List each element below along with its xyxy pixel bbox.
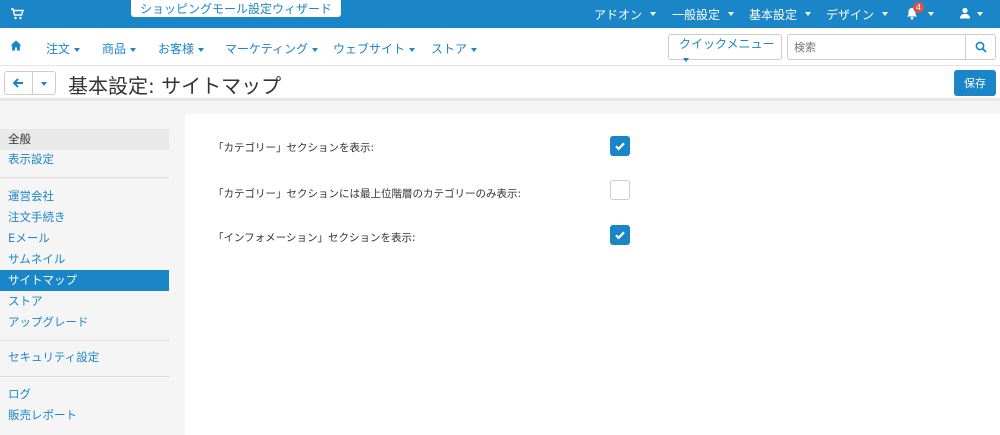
menu-basic-settings-label: 基本設定: [749, 7, 798, 22]
nav-store[interactable]: ストア: [431, 40, 478, 57]
sidebar-item-sales-report[interactable]: 販売レポート: [0, 405, 169, 426]
chevron-down-icon: [74, 47, 81, 52]
main-nav: 注文 商品 お客様 マーケティング ウェブサイト ストア クイックメニュー: [0, 28, 1000, 66]
search-input[interactable]: [787, 34, 965, 60]
menu-basic-settings[interactable]: 基本設定: [749, 0, 812, 28]
chevron-down-icon: [805, 12, 812, 16]
show-categories-checkbox[interactable]: [610, 136, 630, 156]
sidebar-divider: [0, 340, 169, 341]
nav-customers-label: お客様: [158, 42, 195, 56]
home-icon[interactable]: [10, 40, 22, 51]
quick-menu-button[interactable]: クイックメニュー: [668, 34, 782, 62]
menu-general-settings[interactable]: 一般設定: [672, 0, 735, 28]
top-bar: ショッピングモール設定ウィザード アドオン 一般設定 基本設定 デザイン 4: [0, 0, 1000, 28]
menu-general-settings-label: 一般設定: [672, 7, 721, 22]
sidebar-item-upgrade[interactable]: アップグレード: [0, 312, 169, 333]
menu-design-label: デザイン: [826, 7, 875, 22]
menu-addons[interactable]: アドオン: [594, 0, 657, 28]
show-information-checkbox[interactable]: [610, 225, 630, 245]
sidebar-item-checkout[interactable]: 注文手続き: [0, 207, 169, 228]
chevron-down-icon[interactable]: [928, 12, 934, 16]
setting-label-show-information: 「インフォメーション」セクションを表示:: [213, 232, 416, 244]
chevron-down-icon: [409, 47, 416, 52]
notification-badge: 4: [913, 2, 924, 13]
menu-addons-label: アドオン: [594, 7, 643, 22]
chevron-down-icon: [650, 12, 657, 16]
page-title: 基本設定: サイトマップ: [68, 74, 282, 98]
setting-label-show-categories: 「カテゴリー」セクションを表示:: [213, 142, 375, 154]
user-icon[interactable]: [959, 7, 971, 19]
menu-design[interactable]: デザイン: [826, 0, 889, 28]
chevron-down-icon: [882, 12, 889, 16]
nav-website[interactable]: ウェブサイト: [333, 40, 416, 57]
checkmark-icon: [615, 142, 625, 151]
chevron-down-icon[interactable]: [977, 12, 983, 16]
arrow-left-icon: [13, 78, 23, 88]
sidebar-item-store[interactable]: ストア: [0, 291, 169, 312]
nav-orders-label: 注文: [46, 42, 71, 56]
settings-sidebar: 全般 表示設定 運営会社 注文手続き Eメール サムネイル サイトマップ ストア…: [0, 114, 169, 435]
sidebar-item-company[interactable]: 運営会社: [0, 186, 169, 207]
sidebar-item-sitemap[interactable]: サイトマップ: [0, 270, 169, 291]
chevron-down-icon: [198, 47, 205, 52]
chevron-down-icon: [41, 81, 47, 86]
setup-wizard-button[interactable]: ショッピングモール設定ウィザード: [131, 0, 342, 17]
sidebar-item-display-settings[interactable]: 表示設定: [0, 149, 169, 170]
nav-products-label: 商品: [102, 42, 127, 56]
top-level-categories-checkbox[interactable]: [610, 180, 630, 200]
sidebar-divider: [0, 177, 169, 178]
history-dropdown-button[interactable]: [33, 71, 56, 95]
chevron-down-icon: [130, 47, 137, 52]
sidebar-header-general: 全般: [8, 132, 31, 146]
search-icon: [975, 41, 987, 53]
nav-marketing-label: マーケティング: [225, 42, 309, 56]
chevron-down-icon: [683, 57, 689, 62]
sidebar-divider: [0, 376, 169, 377]
nav-marketing[interactable]: マーケティング: [225, 40, 319, 57]
settings-panel: 「カテゴリー」セクションを表示: 「カテゴリー」セクションには最上位階層のカテゴ…: [185, 114, 1000, 435]
save-button[interactable]: 保存: [954, 70, 996, 96]
checkmark-icon: [615, 231, 625, 240]
sidebar-item-security[interactable]: セキュリティ設定: [0, 347, 169, 368]
search-button[interactable]: [965, 34, 996, 60]
back-button[interactable]: [4, 71, 33, 95]
chevron-down-icon: [728, 12, 735, 16]
chevron-down-icon: [312, 47, 319, 52]
nav-customers[interactable]: お客様: [158, 40, 205, 57]
title-bar: 基本設定: サイトマップ 保存: [0, 66, 1000, 101]
nav-website-label: ウェブサイト: [333, 42, 406, 56]
chevron-down-icon: [471, 47, 478, 52]
setting-label-top-level-only: 「カテゴリー」セクションには最上位階層のカテゴリーのみ表示:: [213, 188, 522, 200]
nav-orders[interactable]: 注文: [46, 40, 81, 57]
quick-menu-label: クイックメニュー: [679, 37, 775, 51]
cart-icon[interactable]: [10, 7, 24, 21]
nav-products[interactable]: 商品: [102, 40, 137, 57]
sidebar-item-email[interactable]: Eメール: [0, 228, 169, 249]
sidebar-item-thumbnails[interactable]: サムネイル: [0, 249, 169, 270]
nav-store-label: ストア: [431, 42, 468, 56]
sidebar-item-log[interactable]: ログ: [0, 384, 169, 405]
